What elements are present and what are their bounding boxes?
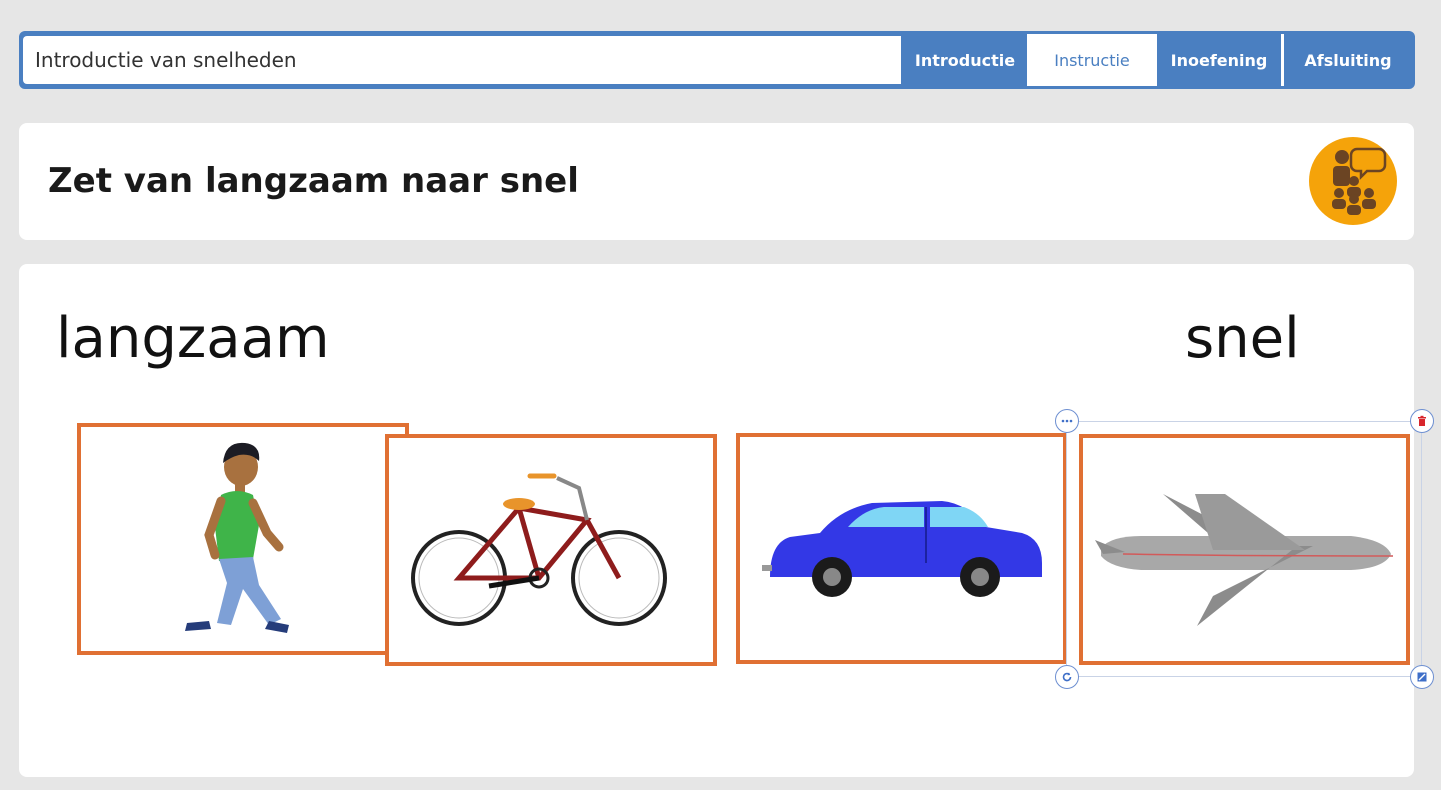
airplane-image [1095, 494, 1394, 626]
tab-inoefening[interactable]: Inoefening [1157, 34, 1281, 86]
image-card-walking[interactable] [77, 423, 409, 655]
walking-boy-image [185, 442, 289, 633]
more-options-icon[interactable] [1055, 409, 1079, 433]
tab-introductie[interactable]: Introductie [903, 34, 1027, 86]
image-card-airplane[interactable] [1079, 434, 1410, 665]
resize-icon[interactable] [1410, 665, 1434, 689]
image-card-car[interactable] [736, 433, 1067, 664]
slide-heading-card: Zet van langzaam naar snel [19, 123, 1414, 240]
bicycle-image [411, 473, 667, 626]
phase-tabs: Introductie Instructie Inoefening Afslui… [903, 31, 1412, 89]
label-snel: snel [1185, 306, 1300, 371]
image-card-bicycle[interactable] [385, 434, 717, 666]
lesson-top-bar: Introductie Instructie Inoefening Afslui… [19, 31, 1415, 89]
tab-instructie[interactable]: Instructie [1027, 34, 1157, 86]
slide-heading: Zet van langzaam naar snel [48, 161, 579, 201]
teacher-instruction-icon[interactable] [1309, 137, 1397, 225]
rotate-icon[interactable] [1055, 665, 1079, 689]
delete-icon[interactable] [1410, 409, 1434, 433]
lesson-title-input[interactable] [23, 36, 901, 84]
label-langzaam: langzaam [56, 306, 330, 371]
tab-afsluiting[interactable]: Afsluiting [1284, 34, 1412, 86]
blue-car-image [762, 501, 1042, 597]
